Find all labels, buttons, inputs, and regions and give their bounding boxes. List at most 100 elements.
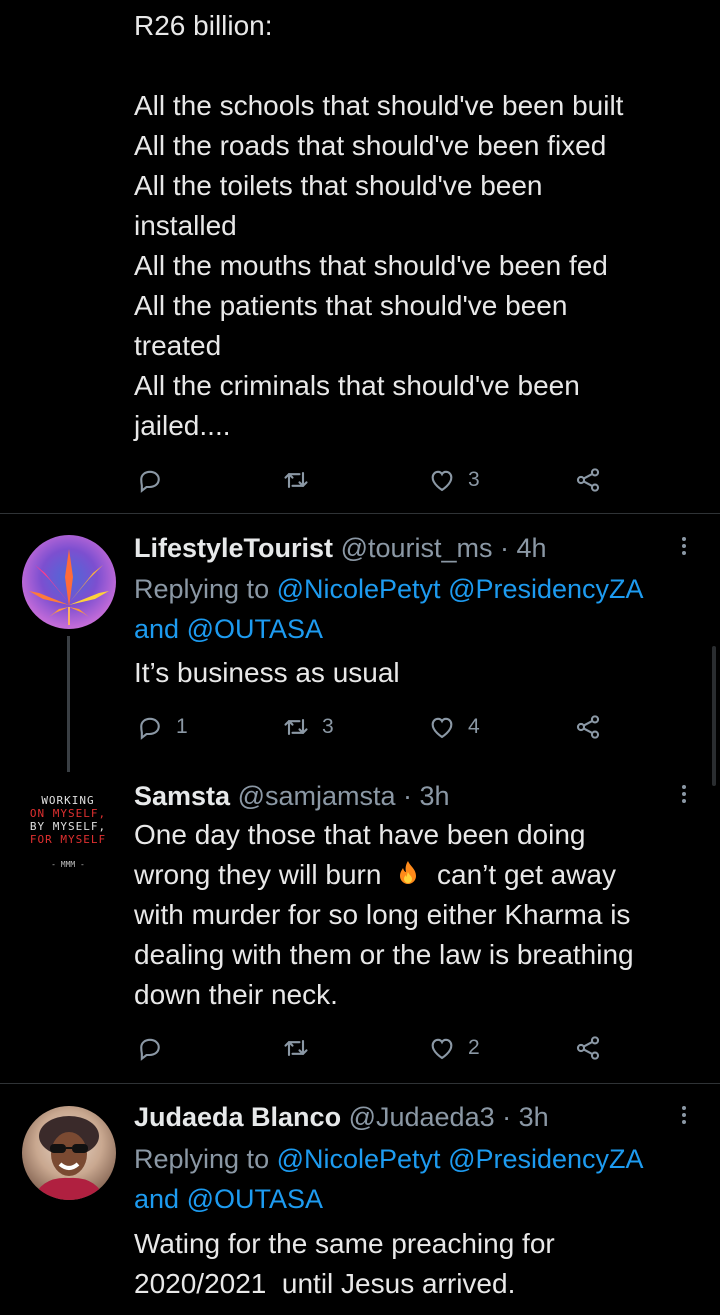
reply-icon (140, 717, 160, 740)
person-photo (32, 1116, 106, 1200)
divider (0, 513, 720, 514)
share-icon (576, 468, 600, 492)
and-word: and (134, 1184, 187, 1214)
share-button[interactable] (574, 460, 602, 500)
retweet-icon (284, 718, 308, 736)
tweet-1-line: jailed.... (134, 410, 231, 441)
user-handle[interactable]: @tourist_ms (341, 533, 493, 563)
reply-button[interactable]: 1 (136, 707, 188, 747)
tweet-3-line: with murder for so long either Kharma is (134, 899, 631, 930)
avatar-text: ON MYSELF, (29, 807, 107, 820)
mention-link[interactable]: @OUTASA (187, 614, 323, 644)
mention-link[interactable]: @NicolePetyt (277, 574, 441, 604)
replying-to-prefix: Replying to (134, 574, 277, 604)
tweet-3-line: One day those that have been doing (134, 819, 586, 850)
reply-icon (140, 470, 160, 493)
tweet-3-header: Samsta @samjamsta · 3h (134, 778, 450, 814)
like-count: 4 (468, 715, 480, 738)
user-handle[interactable]: @samjamsta (238, 781, 396, 811)
divider (0, 1083, 720, 1084)
replying-to: Replying to @NicolePetyt @PresidencyZA (134, 569, 644, 609)
more-icon (682, 785, 686, 789)
avatar-text: FOR MYSELF (29, 833, 107, 846)
tweet-1-line: All the mouths that should've been fed (134, 250, 608, 281)
share-button[interactable] (574, 1028, 602, 1068)
scrollbar[interactable] (712, 646, 716, 786)
tweet-4-line: Wating for the same preaching for (134, 1228, 555, 1259)
avatar[interactable] (22, 1106, 116, 1200)
tweet-4-line: 2020/2021 until Jesus arrived. (134, 1268, 516, 1299)
tweet-1-line: All the criminals that should've been (134, 370, 580, 401)
mention-link[interactable]: @NicolePetyt (277, 1144, 441, 1174)
tweet-1-line (134, 46, 623, 86)
tweet-1-line: All the roads that should've been fixed (134, 130, 607, 161)
tweet-1-line: treated (134, 330, 222, 361)
user-handle[interactable]: @Judaeda3 (349, 1102, 495, 1132)
share-icon (576, 1036, 600, 1060)
mention-link[interactable]: @OUTASA (187, 1184, 323, 1214)
more-icon (682, 537, 686, 541)
tweet-1-line: R26 billion: (134, 10, 273, 41)
tweet-3-line: can’t get away (437, 859, 617, 890)
share-button[interactable] (574, 707, 602, 747)
tweet-2-text: It’s business as usual (134, 657, 400, 688)
reply-count: 1 (176, 715, 188, 738)
thread-line (67, 636, 70, 772)
heart-icon (431, 717, 453, 739)
tweet-3-line: dealing with them or the law is breathin… (134, 939, 634, 970)
retweet-button[interactable]: 3 (282, 707, 334, 747)
mention-link[interactable]: @PresidencyZA (448, 574, 643, 604)
tweet-1-text: R26 billion: All the schools that should… (134, 6, 623, 446)
reply-button[interactable] (136, 460, 176, 500)
display-name[interactable]: LifestyleTourist (134, 533, 333, 563)
tweet-1-line: installed (134, 210, 237, 241)
like-button[interactable]: 4 (428, 707, 480, 747)
timestamp[interactable]: · 4h (500, 533, 547, 563)
display-name[interactable]: Samsta (134, 781, 230, 811)
avatar-text: WORKING (41, 794, 95, 807)
tweet-4-header: Judaeda Blanco @Judaeda3 · 3h (134, 1099, 549, 1135)
timestamp[interactable]: · 3h (403, 781, 450, 811)
reply-icon (140, 1038, 160, 1061)
more-icon (682, 1106, 686, 1110)
reply-button[interactable] (136, 1028, 176, 1068)
replying-to-cont: and @OUTASA (134, 1179, 323, 1219)
heart-icon (431, 470, 453, 492)
tweet-1-actions: 3 (0, 460, 720, 500)
avatar[interactable]: WORKING ON MYSELF, BY MYSELF, FOR MYSELF… (18, 782, 118, 882)
tweet-2-header: LifestyleTourist @tourist_ms · 4h (134, 530, 547, 566)
avatar-text: - MMM - (51, 860, 85, 869)
like-button[interactable]: 3 (428, 460, 480, 500)
tweet-3-line: wrong they will burn (134, 859, 382, 890)
like-count: 2 (468, 1036, 480, 1059)
tweet-1-line: All the schools that should've been buil… (134, 90, 624, 121)
tweet-3-actions: 2 (0, 1028, 720, 1068)
replying-to-prefix: Replying to (134, 1144, 277, 1174)
replying-to: Replying to @NicolePetyt @PresidencyZA (134, 1139, 644, 1179)
tweet-1-line: All the patients that should've been (134, 290, 568, 321)
retweet-icon (284, 471, 308, 489)
share-icon (576, 715, 600, 739)
more-options-button[interactable] (672, 534, 696, 564)
display-name[interactable]: Judaeda Blanco (134, 1102, 341, 1132)
like-button[interactable]: 2 (428, 1028, 480, 1068)
tweet-3-line-with-emoji: wrong they will burn can’t get away (134, 855, 616, 895)
heart-icon (431, 1038, 453, 1060)
fire-icon (400, 861, 417, 884)
mention-link[interactable]: @PresidencyZA (448, 1144, 643, 1174)
retweet-button[interactable] (282, 460, 322, 500)
replying-to-cont: and @OUTASA (134, 609, 323, 649)
tweet-1-line: All the toilets that should've been (134, 170, 543, 201)
like-count: 3 (468, 468, 480, 491)
retweet-icon (284, 1039, 308, 1057)
and-word: and (134, 614, 187, 644)
more-options-button[interactable] (672, 1103, 696, 1133)
more-options-button[interactable] (672, 782, 696, 812)
avatar-text: BY MYSELF, (29, 820, 107, 833)
retweet-button[interactable] (282, 1028, 322, 1068)
avatar[interactable] (22, 535, 116, 629)
tweet-2-actions: 1 3 4 (0, 707, 720, 747)
cannabis-leaf-icon (29, 549, 109, 625)
timestamp[interactable]: · 3h (502, 1102, 549, 1132)
tweet-3-line: down their neck. (134, 979, 338, 1010)
